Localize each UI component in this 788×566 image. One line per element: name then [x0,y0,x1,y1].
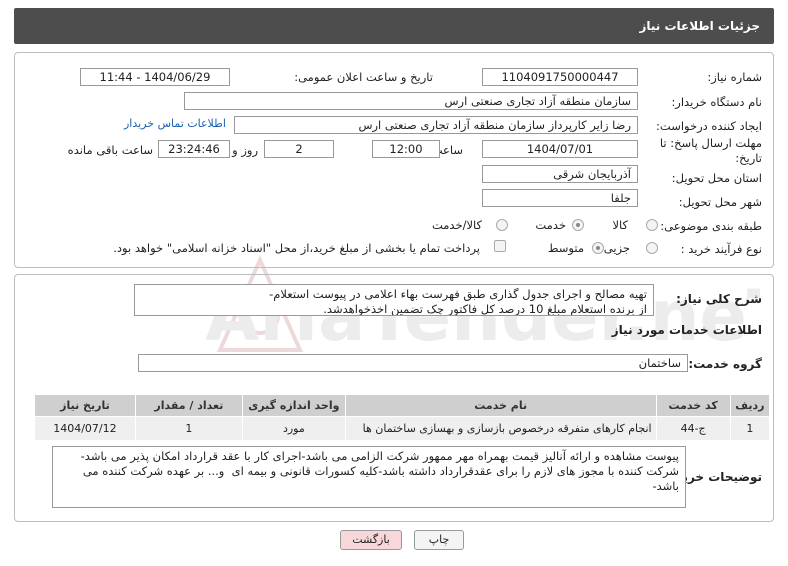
process-label: نوع فرآیند خرید : [680,242,762,256]
buyer-notes-textarea[interactable]: پیوست مشاهده و ارائه آنالیز قیمت بهمراه … [52,446,686,508]
print-button[interactable]: چاپ [414,530,464,550]
deadline-date-field[interactable]: 1404/07/01 [482,140,638,158]
buyer-org-label: نام دستگاه خریدار: [671,95,762,109]
col-unit: واحد اندازه گیری [241,394,346,417]
time-remaining-label: ساعت باقی مانده [67,143,153,157]
col-quantity: تعداد / مقدار [134,394,243,417]
category-option-goods-service: کالا/خدمت [431,218,482,232]
services-table: ردیف کد خدمت نام خدمت واحد اندازه گیری ت… [34,394,771,441]
province-label: استان محل تحویل: [671,171,762,185]
category-radio-goods-service[interactable] [496,219,508,231]
deadline-label-line1: مهلت ارسال پاسخ: تا [659,136,762,150]
requester-field[interactable]: رضا زاير كارپرداز سازمان منطقه آزاد تجار… [234,116,638,134]
days-remaining-field[interactable]: 2 [264,140,334,158]
cell-unit: مورد [241,416,346,441]
time-remaining-field[interactable]: 23:24:46 [158,140,230,158]
requester-label: ایجاد کننده درخواست: [656,119,762,133]
need-number-label: شماره نیاز: [707,70,762,84]
category-label: طبقه بندی موضوعی: [660,219,762,233]
days-label: روز و [232,143,258,157]
deadline-label-line2: تاریخ: [735,151,762,165]
back-button[interactable]: بازگشت [340,530,402,550]
need-number-field[interactable]: 1104091750000447 [482,68,638,86]
service-group-field[interactable]: ساختمان [138,354,688,372]
deadline-time-field[interactable]: 12:00 [372,140,440,158]
page-title: جزئیات اطلاعات نیاز [639,19,760,33]
cell-quantity: 1 [134,416,243,441]
announce-label: تاریخ و ساعت اعلان عمومی: [294,70,433,84]
col-service-code: کد خدمت [655,394,731,417]
col-service-name: نام خدمت [344,394,657,417]
description-label: شرح کلی نیاز: [676,292,762,306]
category-radio-service[interactable] [572,219,584,231]
province-field[interactable]: آذربایجان شرقی [482,165,638,183]
city-label: شهر محل تحویل: [678,195,762,209]
col-need-date: تاریخ نیاز [34,394,136,417]
treasury-payment-note: پرداخت تمام یا بخشی از مبلغ خرید،از محل … [113,241,480,255]
category-option-service: خدمت [535,218,566,232]
category-radio-goods[interactable] [646,219,658,231]
description-textarea[interactable]: تهیه مصالح و اجرای جدول گذاری طبق فهرست … [134,284,654,316]
cell-need-date: 1404/07/12 [34,416,136,441]
cell-row: 1 [729,416,771,441]
treasury-payment-checkbox[interactable] [494,240,506,252]
category-option-goods: کالا [612,218,628,232]
services-section-title: اطلاعات خدمات مورد نیاز [611,323,762,337]
table-row: 1 ج-44 انجام کارهای متفرقه درخصوص بازساز… [34,416,771,441]
process-option-medium: متوسط [547,241,584,255]
city-field[interactable]: جلفا [482,189,638,207]
col-row: ردیف [729,394,771,417]
services-table-header: ردیف کد خدمت نام خدمت واحد اندازه گیری ت… [34,394,771,417]
cell-service-name: انجام کارهای متفرقه درخصوص بازسازی و بهس… [344,416,657,441]
process-radio-minor[interactable] [646,242,658,254]
process-radio-medium[interactable] [592,242,604,254]
cell-service-code: ج-44 [655,416,731,441]
process-option-minor: جزیی [603,241,630,255]
buyer-contact-link[interactable]: اطلاعات تماس خریدار [124,117,226,130]
service-group-label: گروه خدمت: [688,357,762,371]
page-header: جزئیات اطلاعات نیاز [14,8,774,44]
buyer-org-field[interactable]: سازمان منطقه آزاد تجاری صنعتی ارس [184,92,638,110]
announce-datetime-field[interactable]: 1404/06/29 - 11:44 [80,68,230,86]
